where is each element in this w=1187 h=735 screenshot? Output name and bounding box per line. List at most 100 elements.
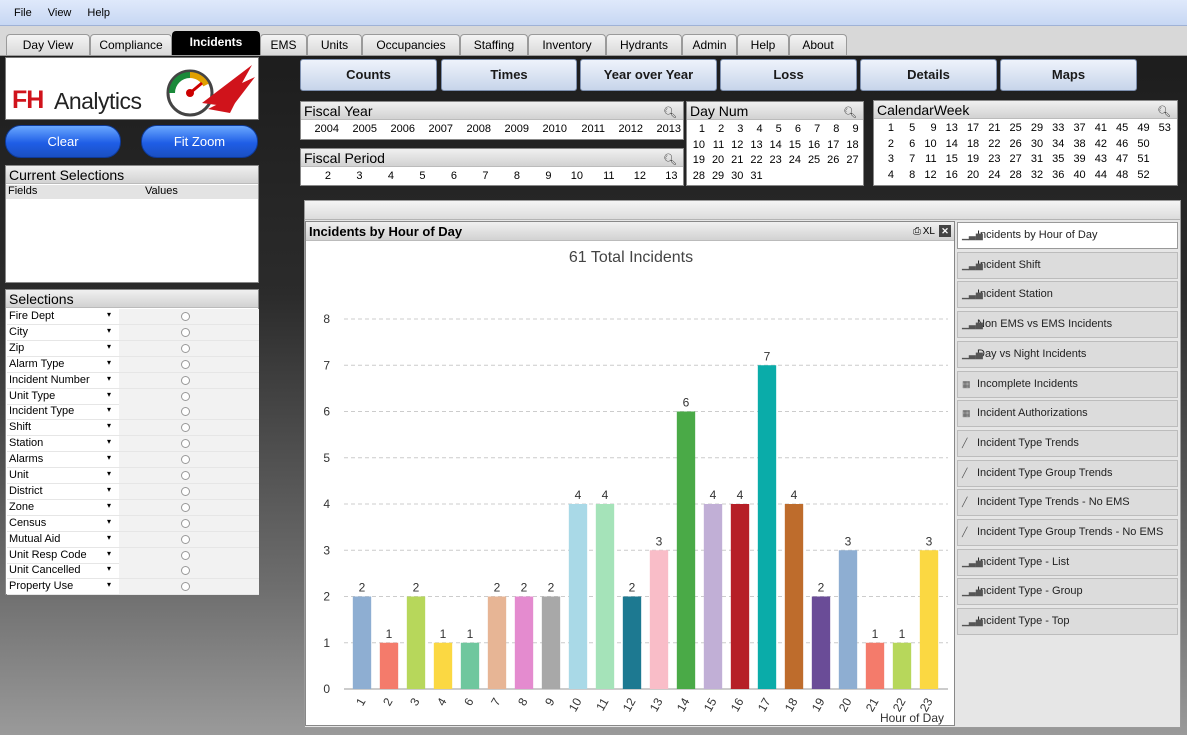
calendar-week-item[interactable]: 5 [896,122,915,134]
selection-row[interactable]: Station ▾ [7,436,259,453]
calendar-week-item[interactable]: 41 [1088,122,1107,134]
day-num-item[interactable]: 24 [784,154,801,166]
day-num-item[interactable]: 15 [784,139,801,151]
calendar-week-item[interactable]: 34 [1045,138,1064,150]
menu-file[interactable]: File [14,7,32,19]
fiscal-year-item[interactable]: 2012 [607,123,643,135]
menu-help[interactable]: Help [87,7,110,19]
day-num-item[interactable]: 23 [765,154,782,166]
selection-row[interactable]: Alarm Type ▾ [7,356,259,373]
tab-day-view[interactable]: Day View [6,34,90,55]
dropdown-arrow-icon[interactable]: ▾ [107,469,111,478]
fiscal-year-item[interactable]: 2005 [341,123,377,135]
selection-row[interactable]: Unit Type ▾ [7,388,259,405]
dropdown-arrow-icon[interactable]: ▾ [107,342,111,351]
search-icon[interactable]: 🔍︎ [843,104,857,122]
day-num-item[interactable]: 18 [842,139,858,151]
calendar-week-item[interactable]: 11 [918,153,936,165]
calendar-week-item[interactable]: 43 [1088,153,1107,165]
chart-selector-item[interactable]: ▦ Incomplete Incidents [957,370,1178,398]
dropdown-arrow-icon[interactable]: ▾ [107,310,111,319]
chart-selector-item[interactable]: ╱ Incident Type Group Trends - No EMS [957,519,1178,546]
calendar-week-item[interactable]: 16 [939,169,958,181]
calendar-week-item[interactable]: 50 [1131,138,1149,150]
fiscal-year-item[interactable]: 2009 [493,123,529,135]
dropdown-arrow-icon[interactable]: ▾ [107,485,111,494]
clear-button[interactable]: Clear [5,125,121,158]
calendar-week-item[interactable]: 20 [960,169,979,181]
dropdown-arrow-icon[interactable]: ▾ [107,374,111,383]
tab-help[interactable]: Help [737,34,789,55]
calendar-week-item[interactable]: 48 [1109,169,1128,181]
fiscal-period-item[interactable]: 11 [587,170,614,182]
day-num-item[interactable]: 29 [707,170,724,182]
dropdown-arrow-icon[interactable]: ▾ [107,517,111,526]
calendar-week-item[interactable]: 51 [1131,153,1149,165]
day-num-item[interactable]: 19 [688,154,705,166]
selection-row[interactable]: Unit Cancelled ▾ [7,563,259,580]
selection-row[interactable]: Property Use ▾ [7,579,259,596]
fiscal-period-item[interactable]: 7 [461,170,488,182]
calendar-week-item[interactable]: 19 [960,153,979,165]
tab-ems[interactable]: EMS [260,34,307,55]
calendar-week-item[interactable]: 44 [1088,169,1107,181]
dropdown-arrow-icon[interactable]: ▾ [107,501,111,510]
calendar-week-item[interactable]: 52 [1131,169,1149,181]
calendar-week-item[interactable]: 29 [1024,122,1043,134]
calendar-week-item[interactable]: 18 [960,138,979,150]
fiscal-year-item[interactable]: 2006 [379,123,415,135]
calendar-week-item[interactable]: 10 [918,138,936,150]
calendar-week-item[interactable]: 21 [982,122,1000,134]
selection-row[interactable]: District ▾ [7,483,259,500]
day-num-item[interactable]: 2 [707,123,724,135]
bar[interactable] [757,365,777,689]
calendar-week-item[interactable]: 33 [1045,122,1064,134]
calendar-week-item[interactable]: 26 [1003,138,1022,150]
year-over-year-button[interactable]: Year over Year [580,59,717,91]
bar[interactable] [649,550,669,689]
selection-row[interactable]: Zone ▾ [7,499,259,516]
tab-staffing[interactable]: Staffing [460,34,528,55]
bar[interactable] [595,504,615,689]
calendar-week-item[interactable]: 39 [1067,153,1085,165]
bar[interactable] [379,642,399,689]
selection-row[interactable]: Incident Number ▾ [7,372,259,389]
bar[interactable] [892,642,912,689]
calendar-week-item[interactable]: 22 [982,138,1000,150]
day-num-item[interactable]: 12 [726,139,743,151]
tab-inventory[interactable]: Inventory [528,34,606,55]
calendar-week-item[interactable]: 53 [1152,122,1171,134]
calendar-week-item[interactable]: 32 [1024,169,1043,181]
calendar-week-item[interactable]: 30 [1024,138,1043,150]
calendar-week-item[interactable]: 25 [1003,122,1022,134]
times-button[interactable]: Times [441,59,577,91]
chart-selector-item[interactable]: ▁▃▅ Incident Station [957,281,1178,309]
bar[interactable] [919,550,939,689]
print-icon[interactable]: ⎙ [913,222,921,241]
calendar-week-item[interactable]: 37 [1067,122,1085,134]
calendar-week-item[interactable]: 47 [1109,153,1128,165]
day-num-item[interactable]: 10 [688,139,705,151]
chart-selector-item[interactable]: ▁▃▅ Incident Type - Top [957,608,1178,636]
day-num-item[interactable]: 17 [822,139,839,151]
day-num-item[interactable]: 1 [688,123,705,135]
day-num-item[interactable]: 20 [707,154,724,166]
calendar-week-item[interactable]: 9 [918,122,936,134]
dropdown-arrow-icon[interactable]: ▾ [107,437,111,446]
chart-selector-item[interactable]: ▦ Incident Authorizations [957,400,1178,428]
day-num-item[interactable]: 3 [726,123,743,135]
bar[interactable] [703,504,723,689]
fiscal-year-item[interactable]: 2004 [303,123,339,135]
fiscal-period-item[interactable]: 10 [555,170,583,182]
fiscal-period-item[interactable]: 6 [429,170,457,182]
chart-selector-item[interactable]: ╱ Incident Type Trends - No EMS [957,489,1178,517]
chart-selector-item[interactable]: ▁▃▅ Non EMS vs EMS Incidents [957,311,1178,339]
minimize-icon[interactable]: ✕ [939,225,951,237]
fiscal-year-item[interactable]: 2011 [569,123,605,135]
fiscal-period-item[interactable]: 3 [335,170,362,182]
day-num-item[interactable]: 9 [842,123,858,135]
calendar-week-item[interactable]: 42 [1088,138,1107,150]
day-num-item[interactable]: 14 [765,139,782,151]
fiscal-period-item[interactable]: 12 [618,170,646,182]
calendar-week-item[interactable]: 28 [1003,169,1022,181]
